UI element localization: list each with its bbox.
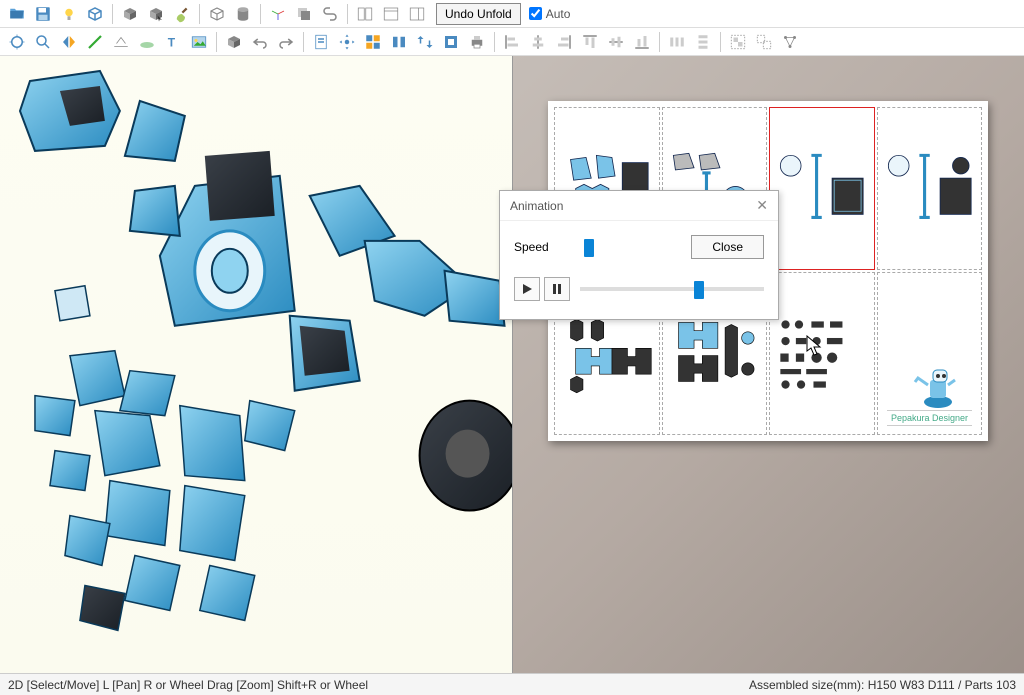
group-icon[interactable] [726,30,750,54]
cube-icon[interactable] [118,2,142,26]
align-middle-icon[interactable] [604,30,628,54]
axes-icon[interactable] [266,2,290,26]
separator [112,4,113,24]
logo-robot-icon [900,360,960,410]
paper-page-7[interactable] [769,272,875,435]
auto-label-text: Auto [546,7,571,21]
align-icon[interactable] [387,30,411,54]
logo-text: Pepakura Designer [887,410,972,426]
layout-icon[interactable] [361,30,385,54]
redo-icon[interactable] [274,30,298,54]
box-icon[interactable] [205,2,229,26]
toolbar-top: Undo Unfold Auto [0,0,1024,28]
text-icon[interactable]: T [161,30,185,54]
align-bottom-icon[interactable] [630,30,654,54]
separator [199,4,200,24]
flatten-icon[interactable] [109,30,133,54]
statusbar: 2D [Select/Move] L [Pan] R or Wheel Drag… [0,673,1024,695]
color-icon[interactable] [439,30,463,54]
split-view-icon[interactable] [353,2,377,26]
image-icon[interactable] [187,30,211,54]
save-icon[interactable] [31,2,55,26]
edge-icon[interactable] [83,30,107,54]
animation-dialog: Animation ✕ Speed Close [499,190,779,320]
page-icon[interactable] [309,30,333,54]
auto-checkbox[interactable] [529,7,542,20]
separator [659,32,660,52]
separator [216,32,217,52]
3d-viewport[interactable] [0,56,513,673]
dialog-title-text: Animation [510,199,563,213]
3d-icon[interactable] [83,2,107,26]
distribute-h-icon[interactable] [665,30,689,54]
separator [303,32,304,52]
nodes-icon[interactable] [778,30,802,54]
align-left-icon[interactable] [500,30,524,54]
window-icon[interactable] [379,2,403,26]
print-icon[interactable] [465,30,489,54]
speed-slider[interactable] [574,245,679,249]
progress-slider[interactable] [580,287,764,291]
undo-icon[interactable] [248,30,272,54]
dialog-body: Speed Close [500,221,778,319]
separator [720,32,721,52]
play-button[interactable] [514,277,540,301]
align-center-icon[interactable] [526,30,550,54]
cube-select-icon[interactable] [144,2,168,26]
align-top-icon[interactable] [578,30,602,54]
auto-checkbox-label[interactable]: Auto [529,7,571,21]
close-button[interactable]: Close [691,235,764,259]
progress-slider-handle[interactable] [694,281,704,299]
cube2-icon[interactable] [222,30,246,54]
separator [260,4,261,24]
cylinder-icon[interactable] [231,2,255,26]
speed-label: Speed [514,240,574,254]
pause-button[interactable] [544,277,570,301]
recenter-icon[interactable] [5,30,29,54]
undo-unfold-button[interactable]: Undo Unfold [436,3,521,25]
speed-slider-handle[interactable] [584,239,594,257]
layers-icon[interactable] [292,2,316,26]
separator [494,32,495,52]
light-icon[interactable] [57,2,81,26]
distribute-v-icon[interactable] [691,30,715,54]
statusbar-right-text: Assembled size(mm): H150 W83 D111 / Part… [749,678,1016,692]
paint-icon[interactable] [170,2,194,26]
paper-page-4[interactable] [877,107,983,270]
paper-page-3-selected[interactable] [769,107,875,270]
zoom-icon[interactable] [31,30,55,54]
main-area: Pepakura Designer [0,56,1024,673]
close-icon[interactable]: ✕ [756,197,768,214]
swap-icon[interactable] [413,30,437,54]
mirror-icon[interactable] [57,30,81,54]
separator [347,4,348,24]
align-right-icon[interactable] [552,30,576,54]
toolbar-bottom: T [0,28,1024,56]
paper-page-8-logo[interactable]: Pepakura Designer [877,272,983,435]
svg-text:T: T [168,35,176,49]
dialog-titlebar[interactable]: Animation ✕ [500,191,778,221]
panel-icon[interactable] [405,2,429,26]
statusbar-left-text: 2D [Select/Move] L [Pan] R or Wheel Drag… [8,678,368,692]
settings-icon[interactable] [335,30,359,54]
open-icon[interactable] [5,2,29,26]
robot-model-3d [0,56,512,673]
2d-unfold-viewport[interactable]: Pepakura Designer [513,56,1024,673]
plane-icon[interactable] [135,30,159,54]
ungroup-icon[interactable] [752,30,776,54]
link-icon[interactable] [318,2,342,26]
